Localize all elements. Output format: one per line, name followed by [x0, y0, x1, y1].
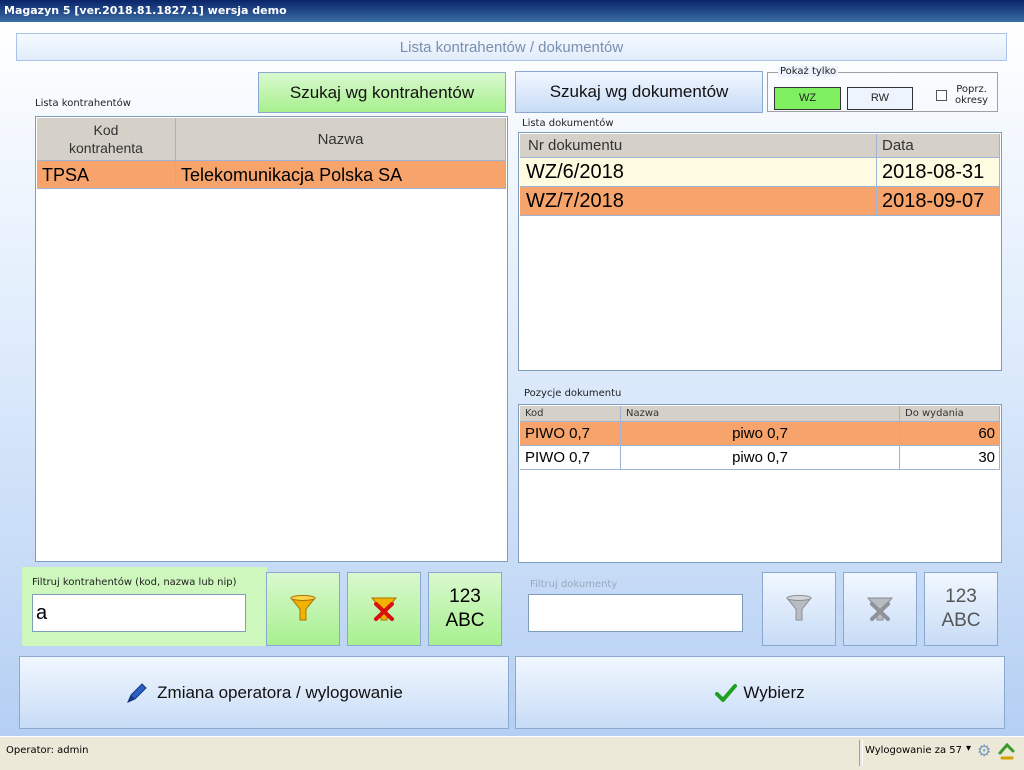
document-filter-input[interactable] — [528, 594, 743, 632]
column-header-doc-number[interactable]: Nr dokumentu — [520, 134, 877, 158]
previous-periods-checkbox[interactable] — [936, 90, 947, 101]
dropdown-arrow-icon[interactable]: ▾ — [966, 743, 971, 754]
documents-list-label: Lista dokumentów — [522, 118, 614, 129]
clear-document-filter-button[interactable] — [843, 572, 917, 646]
change-operator-label: Zmiana operatora / wylogowanie — [157, 682, 403, 702]
document-date: 2018-09-07 — [877, 187, 1000, 216]
column-header-code[interactable]: Kod kontrahenta — [37, 118, 176, 161]
contractor-filter-label: Filtruj kontrahentów (kod, nazwa lub nip… — [32, 577, 237, 588]
keyboard-label-bottom: ABC — [445, 610, 485, 631]
page-title: Lista kontrahentów / dokumentów — [16, 33, 1007, 61]
document-keyboard-button[interactable]: 123 ABC — [924, 572, 998, 646]
main-area: Lista kontrahentów / dokumentów Lista ko… — [0, 22, 1024, 736]
contractors-header-row: Kod kontrahenta Nazwa — [37, 118, 506, 161]
column-header-item-code[interactable]: Kod — [520, 406, 621, 422]
column-header-to-issue[interactable]: Do wydania — [900, 406, 1000, 422]
column-header-name[interactable]: Nazwa — [176, 118, 506, 161]
item-quantity: 30 — [900, 446, 1000, 470]
table-row[interactable]: WZ/7/2018 2018-09-07 — [520, 187, 1000, 216]
contractor-code: TPSA — [37, 161, 176, 189]
apply-filter-button[interactable] — [266, 572, 340, 646]
clear-filter-button[interactable] — [347, 572, 421, 646]
contractor-name: Telekomunikacja Polska SA — [176, 161, 506, 189]
funnel-clear-icon — [866, 597, 894, 621]
contractors-list-label: Lista kontrahentów — [35, 98, 131, 109]
pen-icon — [127, 682, 147, 703]
change-operator-button[interactable]: Zmiana operatora / wylogowanie — [19, 656, 509, 729]
funnel-icon — [786, 595, 812, 621]
window-title: Magazyn 5 [ver.2018.81.1827.1] wersja de… — [0, 0, 1024, 22]
select-label: Wybierz — [743, 682, 805, 702]
previous-periods-label-line2: okresy — [955, 95, 989, 106]
filter-rw-toggle[interactable]: RW — [847, 87, 913, 110]
contractors-table: Kod kontrahenta Nazwa TPSA Telekomunikac… — [35, 116, 508, 562]
documents-table: Nr dokumentu Data WZ/6/2018 2018-08-31 W… — [518, 132, 1002, 371]
documents-header-row: Nr dokumentu Data — [520, 134, 1000, 158]
document-items-label: Pozycje dokumentu — [524, 388, 622, 399]
search-by-contractors-button[interactable]: Szukaj wg kontrahentów — [258, 72, 506, 113]
search-by-documents-button[interactable]: Szukaj wg dokumentów — [515, 71, 763, 113]
funnel-clear-icon — [370, 597, 398, 621]
on-screen-keyboard-button[interactable]: 123 ABC — [428, 572, 502, 646]
column-header-date[interactable]: Data — [877, 134, 1000, 158]
document-number: WZ/7/2018 — [520, 187, 877, 216]
status-bar: Operator: admin Wylogowanie za 57 ▾ ⚙ — [0, 736, 1024, 770]
refresh-icon[interactable] — [998, 743, 1015, 760]
app-window: Magazyn 5 [ver.2018.81.1827.1] wersja de… — [0, 0, 1024, 770]
keyboard-label-top: 123 — [449, 586, 481, 607]
keyboard-label-bottom: ABC — [941, 610, 981, 631]
status-divider — [859, 740, 863, 766]
operator-status: Operator: admin — [6, 745, 89, 756]
apply-document-filter-button[interactable] — [762, 572, 836, 646]
previous-periods-label: Poprz. okresy — [955, 84, 988, 106]
document-items-table: Kod Nazwa Do wydania PIWO 0,7 piwo 0,7 6… — [518, 404, 1002, 563]
item-quantity: 60 — [900, 422, 1000, 446]
document-date: 2018-08-31 — [877, 158, 1000, 187]
show-only-legend: Pokaż tylko — [778, 66, 839, 77]
table-row[interactable]: PIWO 0,7 piwo 0,7 60 — [520, 422, 1000, 446]
table-row[interactable]: TPSA Telekomunikacja Polska SA — [37, 161, 506, 189]
contractor-filter-input[interactable]: a — [32, 594, 246, 632]
previous-periods-label-line1: Poprz. — [956, 84, 987, 95]
checkmark-icon — [715, 683, 738, 702]
column-header-item-name[interactable]: Nazwa — [621, 406, 900, 422]
item-code: PIWO 0,7 — [520, 422, 621, 446]
table-row[interactable]: WZ/6/2018 2018-08-31 — [520, 158, 1000, 187]
document-number: WZ/6/2018 — [520, 158, 877, 187]
gear-icon[interactable]: ⚙ — [977, 741, 991, 760]
items-header-row: Kod Nazwa Do wydania — [520, 406, 1000, 422]
funnel-icon — [290, 595, 316, 621]
item-name: piwo 0,7 — [621, 446, 900, 470]
table-row[interactable]: PIWO 0,7 piwo 0,7 30 — [520, 446, 1000, 470]
filter-wz-toggle[interactable]: WZ — [774, 87, 841, 110]
logout-timer: Wylogowanie za 57 — [865, 745, 963, 756]
keyboard-label-top: 123 — [945, 586, 977, 607]
document-filter-label: Filtruj dokumenty — [530, 579, 618, 590]
item-code: PIWO 0,7 — [520, 446, 621, 470]
select-button[interactable]: Wybierz — [515, 656, 1005, 729]
item-name: piwo 0,7 — [621, 422, 900, 446]
